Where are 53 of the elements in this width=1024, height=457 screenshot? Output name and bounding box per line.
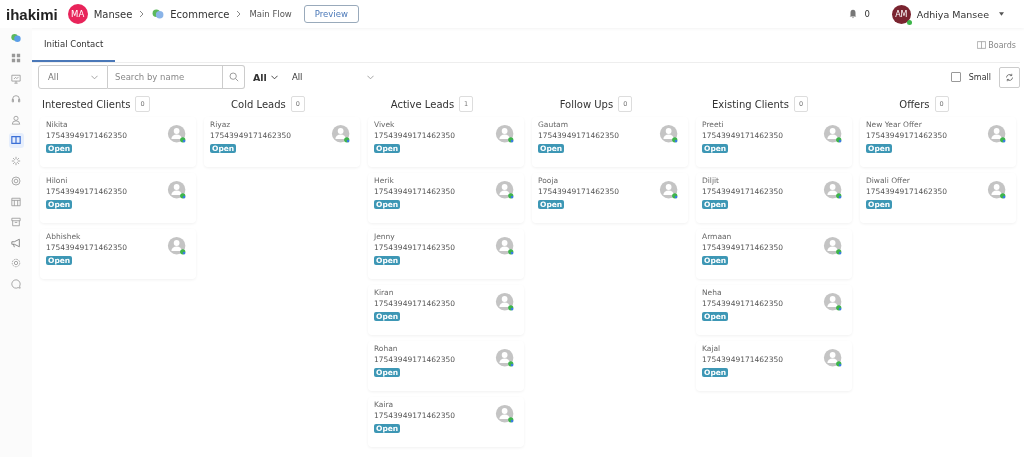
refresh-icon [1005, 72, 1014, 82]
chevron-down-icon [270, 74, 278, 80]
search-icon [228, 72, 239, 82]
column-title: Existing Clients [711, 98, 789, 110]
user-name[interactable]: Adhiya Mansee [916, 8, 989, 20]
user-avatar-icon [167, 236, 188, 257]
workspace-avatar: MA [67, 4, 88, 24]
column-title: Interested Clients [42, 98, 131, 110]
user-avatar-icon [823, 292, 844, 313]
breadcrumb-link[interactable]: Ecommerce [170, 8, 230, 20]
chevron-down-icon [366, 74, 374, 80]
boards-link[interactable]: Boards [977, 40, 1016, 50]
user-avatar-icon [167, 180, 188, 201]
user-avatar-icon [659, 180, 680, 201]
user-avatar[interactable]: AM [891, 4, 911, 24]
caret-down-icon[interactable] [999, 12, 1004, 16]
status-dropdown[interactable]: All [285, 72, 374, 82]
user-avatar-icon [495, 180, 516, 201]
column-title: Offers [899, 98, 930, 110]
user-avatar-icon [495, 292, 516, 313]
tab[interactable]: Initial Contact [32, 28, 116, 62]
columns-icon [977, 41, 987, 49]
column-title: Cold Leads [231, 98, 286, 110]
user-avatar-icon [495, 124, 516, 145]
notification-count: 0 [864, 9, 870, 19]
user-avatar-icon [495, 404, 516, 425]
user-avatar-icon [987, 180, 1008, 201]
column-title: Active Leads [390, 98, 455, 110]
user-avatar-icon [823, 180, 844, 201]
refresh-button[interactable] [999, 66, 1020, 88]
column-title: Follow Ups [559, 98, 614, 110]
chat-bubbles-icon [152, 9, 165, 19]
preview-button[interactable]: Preview [303, 5, 359, 23]
search-field[interactable]: Search by name [108, 65, 223, 89]
small-checkbox[interactable] [950, 72, 961, 82]
user-avatar-icon [823, 124, 844, 145]
user-avatar-icon [167, 124, 188, 145]
checkbox-label: Small [968, 72, 991, 82]
logo: ihakimi [6, 5, 58, 23]
breadcrumb-current: Main Flow [249, 9, 292, 19]
user-avatar-icon [823, 348, 844, 369]
user-avatar-icon [331, 124, 352, 145]
user-avatar-icon [987, 124, 1008, 145]
owner-dropdown[interactable]: All [253, 71, 278, 83]
user-avatar-icon [495, 348, 516, 369]
type-dropdown[interactable]: All [38, 65, 108, 89]
workspace-name[interactable]: Mansee [93, 8, 133, 20]
search-button[interactable] [223, 65, 245, 89]
user-avatar-icon [823, 236, 844, 257]
bell-icon[interactable] [848, 9, 859, 19]
user-avatar-icon [659, 124, 680, 145]
user-avatar-icon [495, 236, 516, 257]
chevron-down-icon [91, 74, 98, 80]
